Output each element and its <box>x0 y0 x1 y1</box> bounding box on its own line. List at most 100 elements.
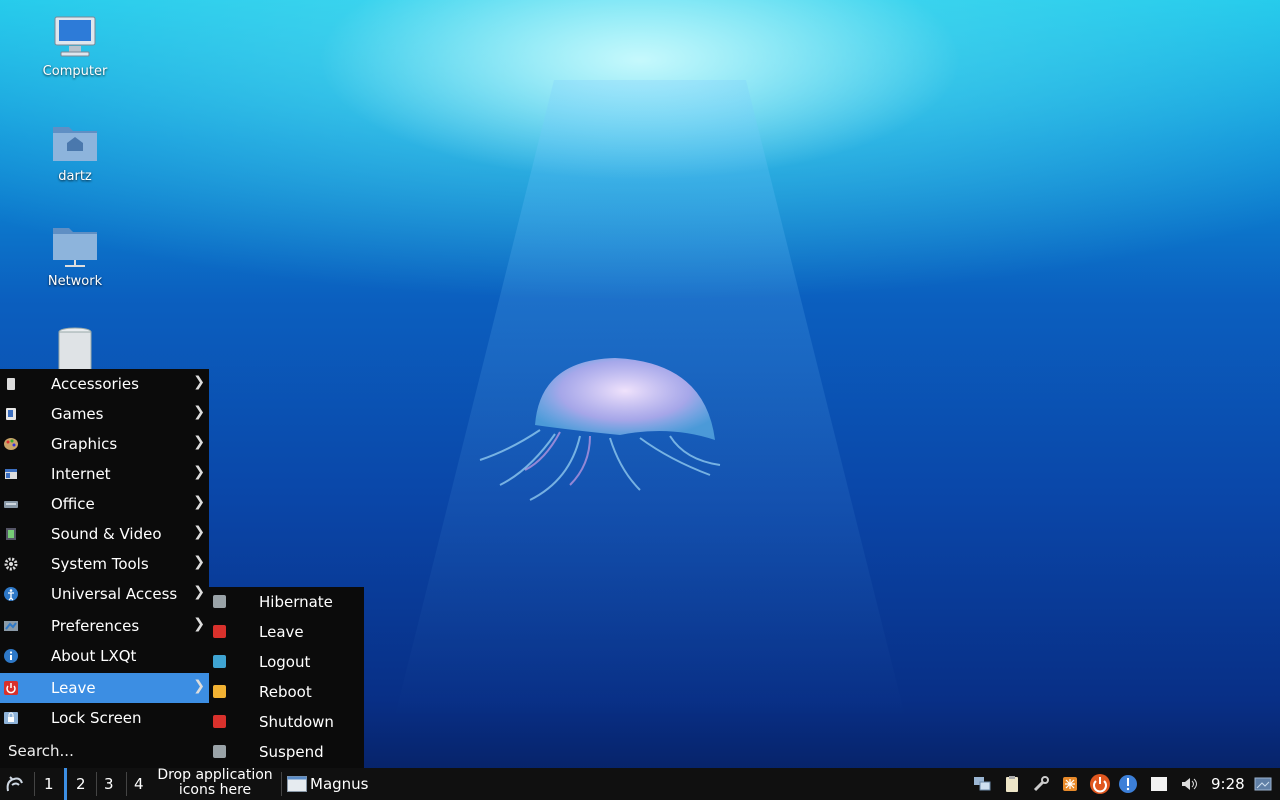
submenu-item-label: Reboot <box>259 683 312 701</box>
menu-item-accessories[interactable]: Accessories ❯ <box>0 369 209 399</box>
notification-icon[interactable] <box>1118 774 1138 794</box>
menu-item-office[interactable]: Office ❯ <box>0 489 209 519</box>
updates-icon[interactable] <box>1061 775 1079 793</box>
application-menu: Accessories ❯ Games ❯ Graphics ❯ Interne… <box>0 369 209 768</box>
menu-item-label: Leave <box>51 679 96 697</box>
menu-item-label: Office <box>51 495 95 513</box>
chevron-right-icon: ❯ <box>193 404 205 420</box>
menu-item-label: Universal Access <box>51 585 178 603</box>
chevron-right-icon: ❯ <box>193 464 205 480</box>
taskbar-separator <box>34 772 35 796</box>
chevron-right-icon: ❯ <box>193 678 205 694</box>
menu-item-games[interactable]: Games ❯ <box>0 399 209 429</box>
taskbar-separator <box>96 772 97 796</box>
menu-item-label: Lock Screen <box>51 709 142 727</box>
menu-item-label: Internet <box>51 465 111 483</box>
submenu-item-shutdown[interactable]: Shutdown <box>209 707 364 737</box>
menu-item-leave[interactable]: Leave ❯ <box>0 673 209 703</box>
show-desktop-icon[interactable] <box>1254 775 1272 793</box>
chevron-right-icon: ❯ <box>193 524 205 540</box>
menu-item-label: Accessories <box>51 375 139 393</box>
desktop-icon-label: dartz <box>58 169 92 184</box>
desktop-icon-computer[interactable]: Computer <box>25 14 125 79</box>
submenu-item-reboot[interactable]: Reboot <box>209 677 364 707</box>
preferences-icon <box>4 621 18 631</box>
desktop-icon-label: Network <box>47 274 103 289</box>
internet-icon <box>5 469 17 479</box>
accessories-icon <box>7 378 15 390</box>
workspace-4-button[interactable]: 4 <box>134 768 144 800</box>
chevron-right-icon: ❯ <box>193 494 205 510</box>
system-tools-icon <box>4 557 18 571</box>
submenu-item-label: Hibernate <box>259 593 333 611</box>
network-folder-icon <box>49 224 101 270</box>
menu-item-label: Sound & Video <box>51 525 162 543</box>
chevron-right-icon: ❯ <box>193 434 205 450</box>
drop-hint-line2: icons here <box>178 782 252 798</box>
games-icon <box>6 408 16 420</box>
menu-item-system-tools[interactable]: System Tools ❯ <box>0 549 209 579</box>
menu-item-preferences[interactable]: Preferences ❯ <box>0 611 209 641</box>
about-icon <box>4 649 18 663</box>
volume-icon[interactable] <box>1180 775 1198 793</box>
universal-access-icon <box>4 587 18 601</box>
desktop-icon-home[interactable]: dartz <box>25 119 125 184</box>
menu-item-label: Preferences <box>51 617 140 635</box>
task-label: Magnus <box>310 775 369 793</box>
sound-video-icon <box>6 528 16 540</box>
tools-icon[interactable] <box>1032 775 1050 793</box>
menu-item-label: System Tools <box>51 555 149 573</box>
taskbar-separator <box>281 772 282 796</box>
clipboard-icon[interactable] <box>1003 775 1021 793</box>
leave-icon <box>4 681 18 695</box>
clock[interactable]: 9:28 <box>1211 768 1245 800</box>
drop-hint-line1: Drop application <box>157 767 273 783</box>
main-menu-button[interactable] <box>4 768 28 800</box>
trash-icon <box>49 326 101 373</box>
menu-item-label: Graphics <box>51 435 118 453</box>
network-manager-icon[interactable] <box>973 775 991 793</box>
graphics-icon <box>4 438 18 450</box>
menu-search-input[interactable]: Search... <box>8 742 74 760</box>
lxqt-logo-icon <box>6 776 23 792</box>
jellyfish-wallpaper-image <box>479 358 721 501</box>
chevron-right-icon: ❯ <box>193 584 205 600</box>
submenu-item-hibernate[interactable]: Hibernate <box>209 587 364 617</box>
menu-item-sound-video[interactable]: Sound & Video ❯ <box>0 519 209 549</box>
reboot-icon <box>213 685 226 698</box>
hibernate-icon <box>213 595 226 608</box>
menu-item-graphics[interactable]: Graphics ❯ <box>0 429 209 459</box>
menu-item-label: About LXQt <box>51 647 137 665</box>
office-icon <box>4 501 18 508</box>
desktop-icon-network[interactable]: Network <box>25 224 125 289</box>
submenu-item-label: Leave <box>259 623 304 641</box>
task-button-magnus[interactable]: Magnus <box>287 768 368 800</box>
submenu-item-label: Logout <box>259 653 311 671</box>
window-icon <box>287 776 307 792</box>
taskbar-separator <box>126 772 127 796</box>
power-manager-icon[interactable] <box>1089 773 1111 795</box>
submenu-item-suspend[interactable]: Suspend <box>209 737 364 767</box>
menu-item-about-lxqt[interactable]: About LXQt <box>0 641 209 671</box>
display-icon[interactable] <box>1150 775 1168 793</box>
computer-icon <box>49 14 101 60</box>
menu-item-label: Games <box>51 405 104 423</box>
chevron-right-icon: ❯ <box>193 374 205 390</box>
submenu-item-leave[interactable]: Leave <box>209 617 364 647</box>
leave-icon <box>213 625 226 638</box>
workspace-3-button[interactable]: 3 <box>104 768 114 800</box>
desktop-icon-label: Computer <box>42 64 108 79</box>
menu-item-lock-screen[interactable]: Lock Screen <box>0 703 209 733</box>
shutdown-icon <box>213 715 226 728</box>
logout-icon <box>213 655 226 668</box>
menu-item-internet[interactable]: Internet ❯ <box>0 459 209 489</box>
workspace-2-button[interactable]: 2 <box>64 768 86 800</box>
workspace-1-button[interactable]: 1 <box>44 768 54 800</box>
submenu-item-label: Suspend <box>259 743 324 761</box>
quicklaunch-drop-area[interactable]: Drop application icons here <box>150 768 280 798</box>
lock-icon <box>4 712 18 724</box>
submenu-item-logout[interactable]: Logout <box>209 647 364 677</box>
menu-item-universal-access[interactable]: Universal Access ❯ <box>0 579 209 609</box>
chevron-right-icon: ❯ <box>193 554 205 570</box>
home-folder-icon <box>49 119 101 165</box>
